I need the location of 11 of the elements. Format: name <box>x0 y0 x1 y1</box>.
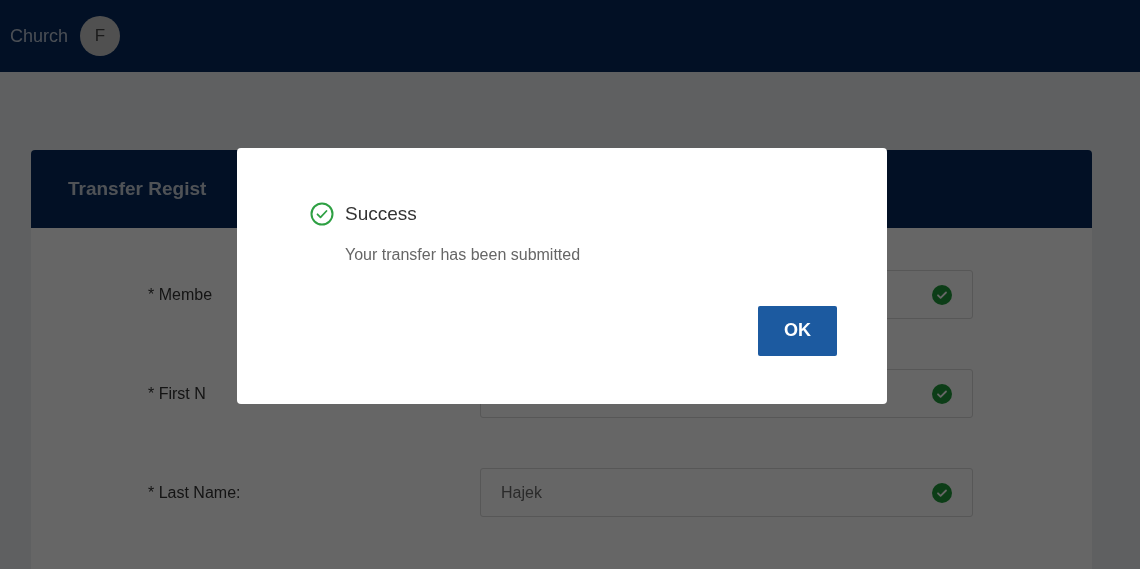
check-circle-icon <box>310 202 334 227</box>
ok-button[interactable]: OK <box>758 305 837 356</box>
dialog-message: Your transfer has been submitted <box>345 245 581 263</box>
brand-name: Church <box>10 24 69 48</box>
card-title: Transfer Regist <box>68 176 207 201</box>
field-label: * Last Name: <box>147 482 242 503</box>
field-label: * First N <box>147 383 207 404</box>
field-label: * Membe <box>147 284 214 305</box>
input-field[interactable]: Hajek <box>480 468 973 517</box>
field-value: Hajek <box>501 482 542 503</box>
dialog-title: Success <box>345 202 417 226</box>
